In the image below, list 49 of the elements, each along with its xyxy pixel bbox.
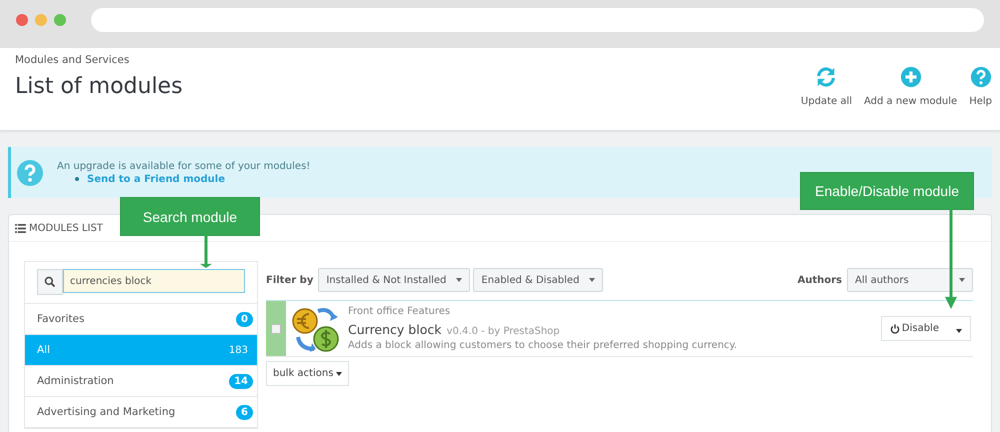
alert-message: An upgrade is available for some of your modules! xyxy=(57,160,310,172)
arrow-icon xyxy=(200,234,212,268)
help-icon xyxy=(970,66,992,88)
panel-title: MODULES LIST xyxy=(29,222,103,234)
list-icon xyxy=(15,224,26,232)
window-control-dot[interactable] xyxy=(35,14,47,26)
caret-icon xyxy=(959,278,965,282)
item-count: 183 xyxy=(228,344,249,358)
page-title: List of modules xyxy=(15,74,183,99)
search-field[interactable]: currencies block xyxy=(63,269,245,293)
plus-circle-icon xyxy=(900,66,922,88)
authors-dropdown[interactable]: All authors xyxy=(847,268,973,292)
category-item[interactable]: Administration 14 xyxy=(25,366,257,397)
caret-icon xyxy=(589,278,596,282)
search-icon xyxy=(44,276,56,288)
filter-label: Authors xyxy=(797,274,842,286)
help-icon xyxy=(17,160,43,186)
filter-dropdown[interactable]: Enabled & Disabled xyxy=(473,268,604,292)
address-bar[interactable] xyxy=(91,8,984,32)
disable-button[interactable]: Disable xyxy=(880,316,947,341)
count-badge: 14 xyxy=(229,374,253,388)
count-badge: 6 xyxy=(236,404,253,420)
power-icon xyxy=(890,324,900,334)
module-category: Front office Features xyxy=(348,306,452,317)
count-badge: 0 xyxy=(236,312,253,326)
caret-icon xyxy=(956,329,962,333)
filter-label: Filter by xyxy=(266,274,314,286)
module-version: v0.4.0 - by PrestaShop xyxy=(446,326,560,337)
dropdown-toggle[interactable] xyxy=(947,316,971,341)
bulk-actions-button[interactable]: bulk actions xyxy=(266,361,350,386)
toolbar-link[interactable]: Add a new module xyxy=(864,66,958,130)
callout-label: Enable/Disable module xyxy=(800,172,974,210)
toolbar-link[interactable]: Update all xyxy=(800,66,852,130)
module-description: Adds a block allowing customers to choose their preferred shopping currency. xyxy=(348,340,738,351)
callout-label: Search module xyxy=(120,197,260,236)
refresh-icon xyxy=(815,66,838,88)
filter-dropdown[interactable]: Installed & Not Installed xyxy=(318,268,470,292)
breadcrumb[interactable]: Modules and Services xyxy=(15,54,183,66)
checkbox[interactable] xyxy=(271,324,281,334)
window-control-dot[interactable] xyxy=(54,14,66,26)
arrow-icon xyxy=(945,208,957,309)
search-button[interactable] xyxy=(37,269,63,295)
module-name: Currency block xyxy=(348,322,442,337)
toolbar-link[interactable]: Help xyxy=(969,66,992,130)
window-control-dot[interactable] xyxy=(16,14,28,26)
bullet-icon xyxy=(75,177,79,181)
category-item[interactable]: Advertising and Marketing 6 xyxy=(25,397,257,428)
caret-icon xyxy=(456,278,462,282)
caret-icon xyxy=(336,372,342,376)
